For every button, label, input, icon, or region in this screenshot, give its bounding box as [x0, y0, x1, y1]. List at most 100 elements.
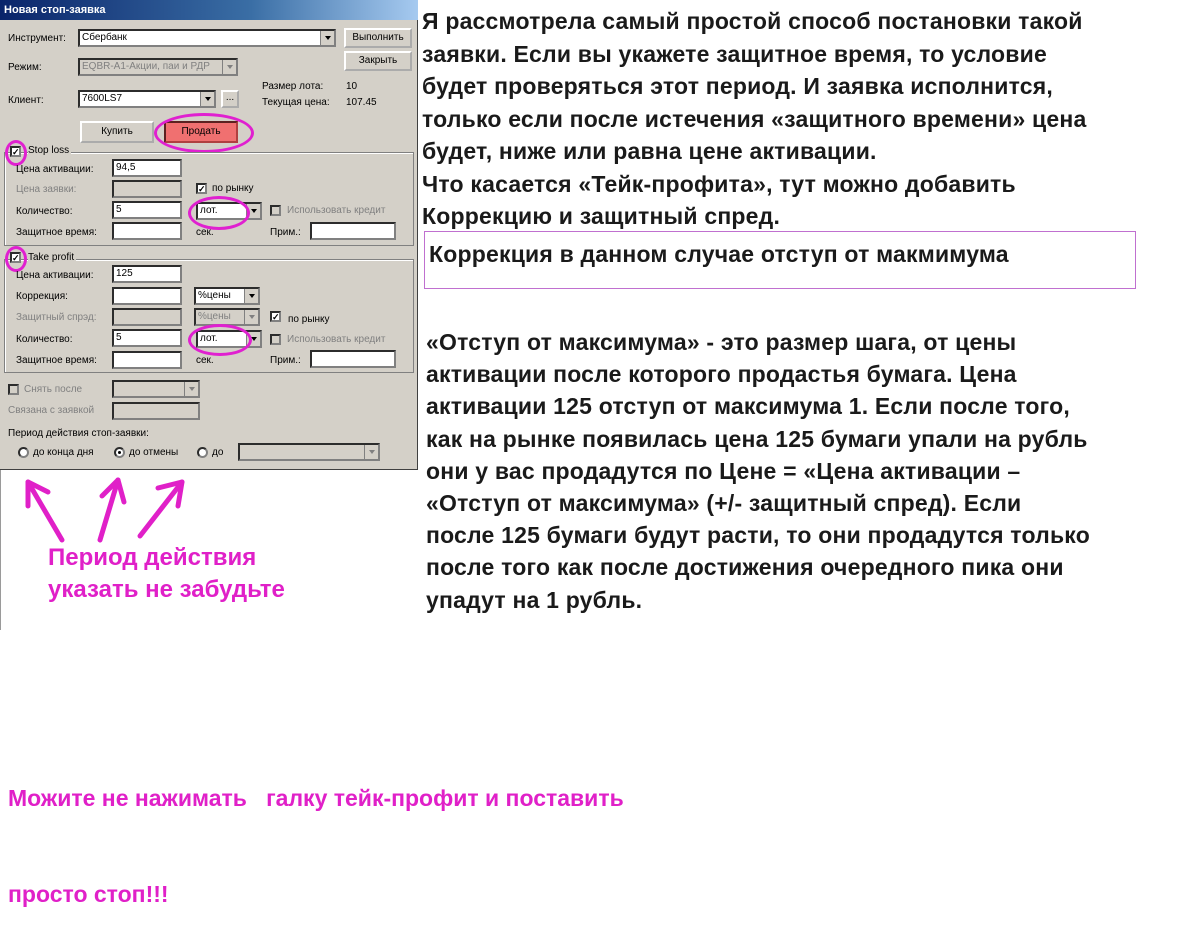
period-until-cancel-radio[interactable] — [114, 447, 125, 458]
bottom-note-line: Можите не нажимать галку тейк-профит и п… — [8, 785, 624, 811]
tp-protect-time-input[interactable] — [112, 351, 182, 369]
mode-select: EQBR-A1-Акции, паи и РДР — [78, 58, 238, 76]
sl-market-label: по рынку — [212, 183, 254, 194]
stop-loss-label: Stop loss — [28, 145, 72, 157]
chevron-down-icon — [244, 310, 258, 324]
chevron-down-icon[interactable] — [200, 92, 214, 106]
take-profit-label: Take profit — [28, 252, 77, 264]
tp-note-label: Прим.: — [270, 355, 301, 366]
client-label: Клиент: — [8, 95, 44, 106]
period-reminder: Период действия указать не забудьте — [48, 542, 285, 606]
client-value: 7600LS7 — [82, 93, 123, 104]
offset-explanation-line: «Отступ от максимума» - это размер шага,… — [426, 329, 1017, 355]
period-reminder-line: указать не забудьте — [48, 576, 285, 603]
client-select[interactable]: 7600LS7 — [78, 90, 216, 108]
offset-explanation-line: «Отступ от максимума» (+/- защитный спре… — [426, 490, 1022, 517]
cancel-after-select — [112, 380, 200, 398]
current-price-label: Текущая цена: — [262, 97, 330, 108]
offset-explanation-line: активации 125 отступ от максимума 1. Есл… — [426, 393, 1070, 420]
mode-value: EQBR-A1-Акции, паи и РДР — [82, 61, 210, 72]
period-until-cancel-label: до отмены — [129, 447, 179, 458]
sl-market-checkbox[interactable]: ✓ — [196, 183, 207, 194]
chevron-down-icon[interactable] — [244, 289, 258, 303]
tp-use-credit-label: Использовать кредит — [287, 334, 386, 345]
close-button[interactable]: Закрыть — [344, 51, 412, 71]
sell-highlight-ring — [154, 113, 254, 153]
explanation-line: Коррекцию и защитный спред. — [422, 203, 781, 229]
take-profit-highlight-ring — [5, 246, 27, 272]
chevron-down-icon — [364, 445, 378, 459]
period-reminder-line: Период действия — [48, 544, 257, 571]
offset-explanation-line: как на рынке появилась цена 125 бумаги у… — [426, 425, 1088, 452]
buy-button[interactable]: Купить — [80, 121, 154, 143]
bottom-note-line: просто стоп!!! — [8, 881, 169, 907]
chevron-down-icon[interactable] — [320, 31, 334, 45]
explanation-line: Я рассмотрела самый простой способ поста… — [422, 8, 1083, 34]
tp-protect-spread-label: Защитный спрэд: — [16, 312, 97, 323]
period-date-select — [238, 443, 380, 461]
current-price-value: 107.45 — [346, 97, 377, 108]
offset-explanation: «Отступ от максимума» - это размер шага,… — [426, 326, 1198, 616]
sl-note-input[interactable] — [310, 222, 396, 240]
tp-protect-spread-unit-value: %цены — [198, 311, 231, 322]
dialog-title: Новая стоп-заявка — [4, 4, 106, 16]
sl-order-price-input — [112, 180, 182, 198]
tp-quantity-label: Количество: — [16, 334, 73, 345]
sl-activation-price-input[interactable]: 94,5 — [112, 159, 182, 177]
lot-size-label: Размер лота: — [262, 81, 324, 92]
tp-use-credit-checkbox — [270, 334, 281, 345]
sl-protect-time-label: Защитное время: — [16, 227, 97, 238]
offset-explanation-line: после того как после достижения очередно… — [426, 554, 1064, 581]
sl-note-label: Прим.: — [270, 227, 301, 238]
linked-order-input — [112, 402, 200, 420]
stop-order-dialog: Новая стоп-заявка Инструмент: Сбербанк В… — [0, 0, 418, 470]
tp-activation-price-label: Цена активации: — [16, 270, 94, 281]
period-end-of-day-radio[interactable] — [18, 447, 29, 458]
sl-protect-time-input[interactable] — [112, 222, 182, 240]
period-until-label: до — [212, 447, 224, 458]
period-end-of-day-label: до конца дня — [33, 447, 94, 458]
tp-market-checkbox[interactable]: ✓ — [270, 311, 281, 322]
dialog-title-bar: Новая стоп-заявка — [0, 0, 418, 20]
tp-correction-label: Коррекция: — [16, 291, 68, 302]
chevron-down-icon — [222, 60, 236, 74]
mode-label: Режим: — [8, 62, 42, 73]
execute-button[interactable]: Выполнить — [344, 28, 412, 48]
explanation-line: будет проверяться этот период. И заявка … — [422, 73, 1053, 99]
instrument-select[interactable]: Сбербанк — [78, 29, 336, 47]
offset-explanation-line: активации после которого продастья бумаг… — [426, 361, 1017, 388]
tp-correction-unit-select[interactable]: %цены — [194, 287, 260, 305]
stop-loss-highlight-ring — [5, 140, 27, 166]
tp-protect-spread-unit-select: %цены — [194, 308, 260, 326]
correction-note-box: Коррекция в данном случае отступ от макм… — [424, 231, 1136, 289]
tp-unit-highlight-ring — [188, 324, 252, 356]
tp-activation-price-input[interactable]: 125 — [112, 265, 182, 283]
sl-order-price-label: Цена заявки: — [16, 184, 77, 195]
chevron-down-icon — [184, 382, 198, 396]
lot-size-value: 10 — [346, 81, 358, 92]
sl-quantity-input[interactable]: 5 — [112, 201, 182, 219]
sl-activation-price-label: Цена активации: — [16, 164, 94, 175]
period-label: Период действия стоп-заявки: — [8, 428, 149, 439]
sl-use-credit-label: Использовать кредит — [287, 205, 386, 216]
explanation-line: Что касается «Тейк-профита», тут можно д… — [422, 170, 1016, 197]
explanation-line: только если после истечения «защитного в… — [422, 105, 1087, 132]
tp-market-label: по рынку — [288, 314, 330, 325]
browse-client-button[interactable]: ... — [221, 90, 239, 108]
cancel-after-label: Снять после — [24, 384, 83, 395]
explanation-text: Я рассмотрела самый простой способ поста… — [422, 5, 1198, 233]
tp-note-input[interactable] — [310, 350, 396, 368]
arrow-icon — [25, 477, 185, 543]
period-until-radio[interactable] — [197, 447, 208, 458]
sl-use-credit-checkbox — [270, 205, 281, 216]
tp-correction-input[interactable] — [112, 287, 182, 305]
sl-unit-highlight-ring — [188, 196, 250, 230]
sl-sec-label: сек. — [196, 227, 214, 238]
bottom-note: Можите не нажимать галку тейк-профит и п… — [8, 718, 624, 942]
sl-quantity-label: Количество: — [16, 206, 73, 217]
tp-quantity-input[interactable]: 5 — [112, 329, 182, 347]
tp-protect-spread-input — [112, 308, 182, 326]
explanation-line: будет, ниже или равна цене активации. — [422, 138, 877, 164]
offset-explanation-line: упадут на 1 рубль. — [426, 586, 643, 613]
tp-correction-unit-value: %цены — [198, 290, 231, 301]
